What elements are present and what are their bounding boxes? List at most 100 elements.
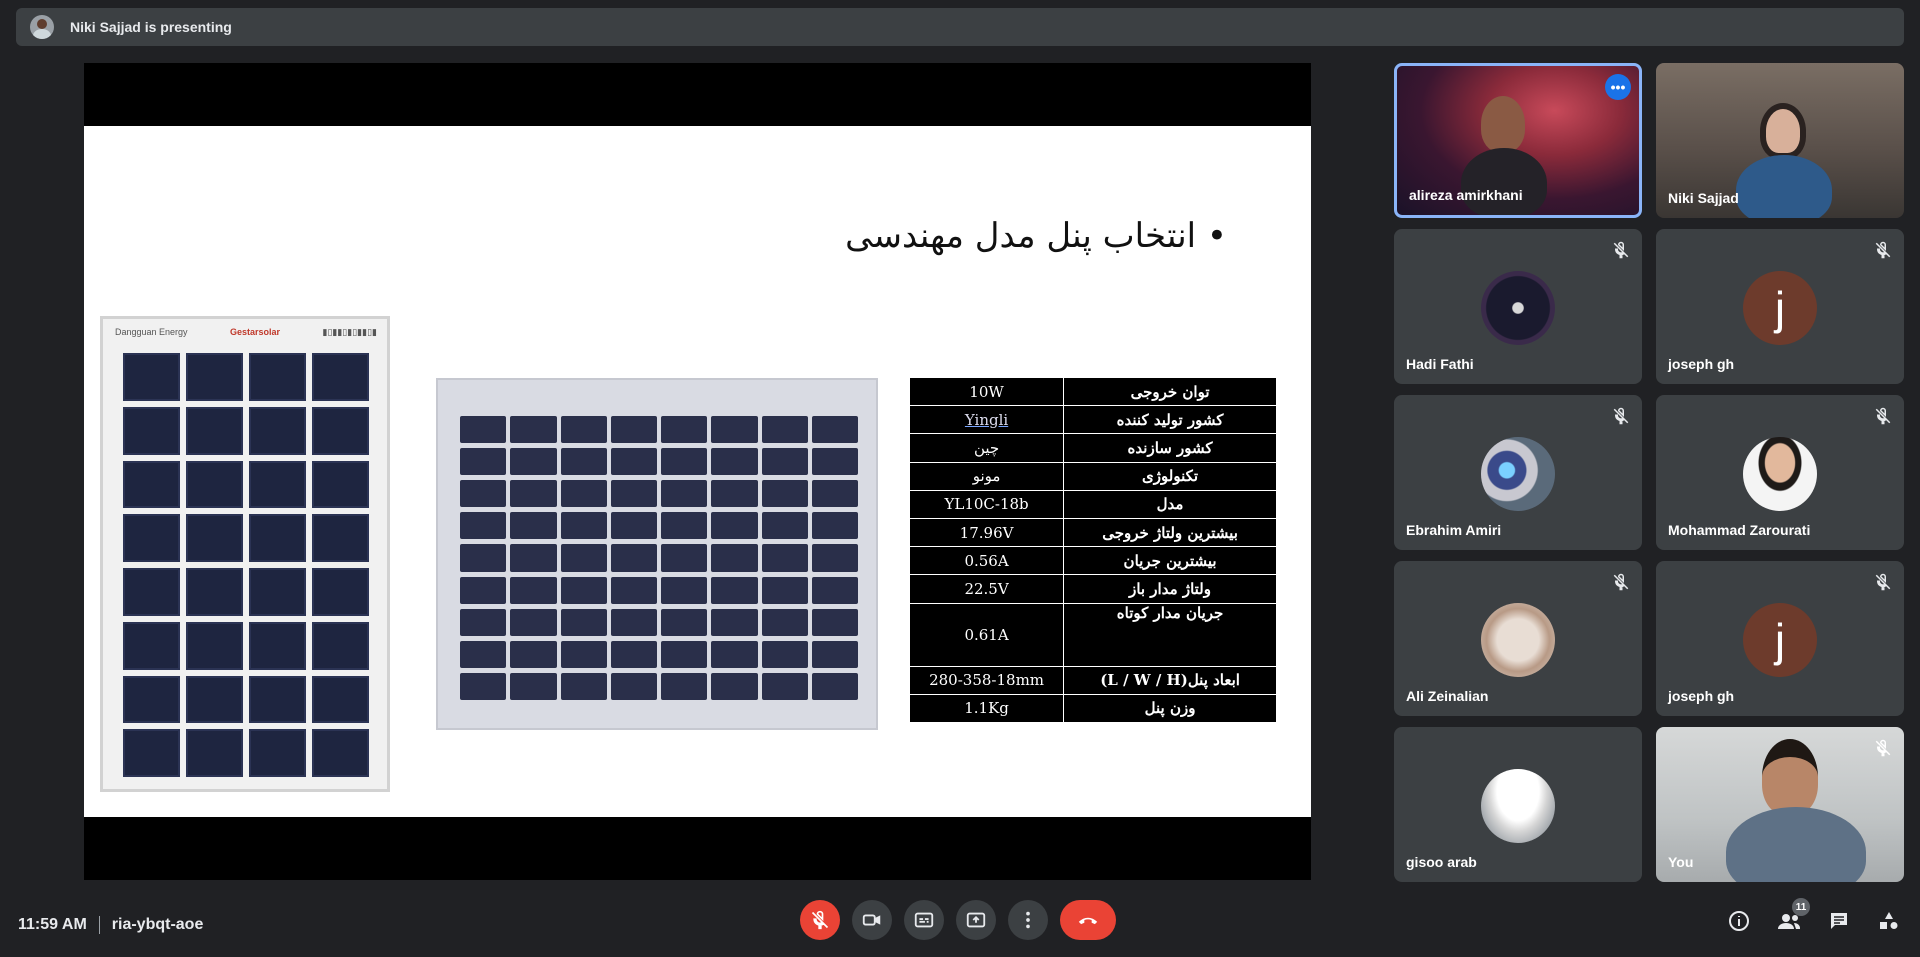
solar-cell <box>661 640 708 668</box>
solar-cell <box>711 576 758 604</box>
solar-cell <box>460 512 507 540</box>
solar-cell <box>249 621 306 670</box>
spec-value: 22.5V <box>908 574 1065 604</box>
video-camera-icon <box>862 914 881 926</box>
meeting-code: ria-ybqt-aoe <box>111 916 204 933</box>
solar-cell <box>510 480 557 508</box>
activities-icon <box>1880 912 1898 929</box>
solar-cell <box>186 460 243 509</box>
solar-cell <box>610 544 657 572</box>
participant-tile-ebrahim[interactable]: Ebrahim Amiri <box>1394 395 1642 550</box>
participant-avatar: j <box>1743 271 1817 345</box>
activities-button[interactable] <box>1876 908 1902 934</box>
hang-up-icon <box>1078 917 1098 925</box>
participant-tile-ali[interactable]: Ali Zeinalian <box>1394 561 1642 716</box>
present-screen-button[interactable] <box>956 900 996 940</box>
spec-key: مدل <box>1063 489 1277 520</box>
solar-cell <box>711 480 758 508</box>
solar-cell <box>761 448 808 476</box>
participant-tile-mohammad[interactable]: Mohammad Zarourati <box>1656 395 1904 550</box>
solar-cell <box>460 576 507 604</box>
participant-tile-joseph-2[interactable]: j joseph gh <box>1656 561 1904 716</box>
solar-cell <box>560 416 607 444</box>
panel-barcode: ▮▯▮▮▯▮▯▮▮▯▮ <box>322 327 377 337</box>
people-button[interactable]: 11 <box>1776 898 1810 934</box>
horizontal-solar-panel-image <box>436 378 878 730</box>
panel-label-strip: Dangguan Energy Gestarsolar ▮▯▮▮▯▮▯▮▮▯▮ <box>115 327 377 349</box>
mic-off-icon <box>811 910 829 930</box>
solar-cell <box>711 544 758 572</box>
participant-video-body <box>1726 807 1866 882</box>
divider <box>98 916 100 934</box>
spec-row: مونو تکنولوژی <box>908 461 1277 491</box>
solar-cell <box>186 353 243 401</box>
solar-cell <box>610 640 657 668</box>
solar-cell <box>510 416 557 444</box>
spec-value: 0.61A <box>908 602 1065 667</box>
solar-cell <box>312 353 369 401</box>
solar-cell <box>560 608 607 636</box>
participant-tile-you[interactable]: You <box>1656 727 1904 882</box>
spec-row: 0.61A جریان مدار کوتاه <box>908 602 1277 667</box>
participant-avatar <box>1481 769 1555 843</box>
panel-maker-label: Dangguan Energy <box>115 327 188 337</box>
chat-button[interactable] <box>1826 908 1852 934</box>
solar-cell <box>186 729 243 777</box>
captions-button[interactable] <box>904 900 944 940</box>
solar-cell <box>123 729 180 777</box>
solar-cell <box>761 416 808 444</box>
solar-cell <box>610 672 657 700</box>
solar-cell <box>811 640 858 668</box>
solar-cell <box>510 576 557 604</box>
participant-tile-alireza[interactable]: ••• alireza amirkhani <box>1394 63 1642 218</box>
participant-name: gisoo arab <box>1406 854 1477 870</box>
solar-cell <box>123 514 180 562</box>
solar-cell <box>460 608 507 636</box>
more-options-icon[interactable]: ••• <box>1605 74 1631 100</box>
participant-name: alireza amirkhani <box>1409 187 1523 203</box>
spec-row: 17.96V بیشترین ولتاژ خروجی <box>908 518 1277 548</box>
panel-cell-grid <box>460 416 858 700</box>
spec-key: بیشترین ولتاژ خروجی <box>1063 518 1277 548</box>
camera-toggle-button[interactable] <box>852 900 892 940</box>
participant-tile-gisoo[interactable]: gisoo arab <box>1394 727 1642 882</box>
captions-icon <box>914 912 934 928</box>
participant-name: Ali Zeinalian <box>1406 688 1489 704</box>
presenting-text: Niki Sajjad is presenting <box>70 19 232 35</box>
solar-cell <box>610 576 657 604</box>
solar-cell <box>711 512 758 540</box>
more-vertical-icon <box>1026 911 1030 929</box>
participant-tile-joseph[interactable]: j joseph gh <box>1656 229 1904 384</box>
solar-cell <box>711 608 758 636</box>
solar-cell <box>761 576 808 604</box>
participant-video <box>1481 96 1525 152</box>
solar-cell <box>661 480 708 508</box>
meeting-info-button[interactable] <box>1726 908 1752 934</box>
solar-cell <box>811 576 858 604</box>
solar-cell <box>560 512 607 540</box>
slide: • انتخاب پنل مدل مهندسی Dangguan Energy … <box>84 126 1311 817</box>
solar-cell <box>610 512 657 540</box>
solar-cell <box>661 512 708 540</box>
leave-call-button[interactable] <box>1060 900 1116 940</box>
solar-cell <box>510 512 557 540</box>
solar-cell <box>312 460 369 509</box>
more-options-button[interactable] <box>1008 900 1048 940</box>
meeting-details: 11:59 AM ria-ybqt-aoe <box>18 916 203 934</box>
mic-off-icon <box>1875 241 1891 259</box>
participant-video <box>1760 103 1806 159</box>
solar-cell <box>460 416 507 444</box>
spec-value: مونو <box>908 461 1065 491</box>
participant-video <box>1762 739 1818 815</box>
solar-cell <box>186 514 243 562</box>
solar-cell <box>249 675 306 724</box>
mic-toggle-button[interactable] <box>800 900 840 940</box>
solar-cell <box>761 640 808 668</box>
solar-cell <box>560 576 607 604</box>
participant-tile-niki[interactable]: Niki Sajjad <box>1656 63 1904 218</box>
participant-video-body <box>1736 155 1832 218</box>
solar-cell <box>661 416 708 444</box>
participant-tile-hadi[interactable]: Hadi Fathi <box>1394 229 1642 384</box>
spec-value: 17.96V <box>908 518 1065 548</box>
spec-key: کشور سازنده <box>1063 433 1277 463</box>
